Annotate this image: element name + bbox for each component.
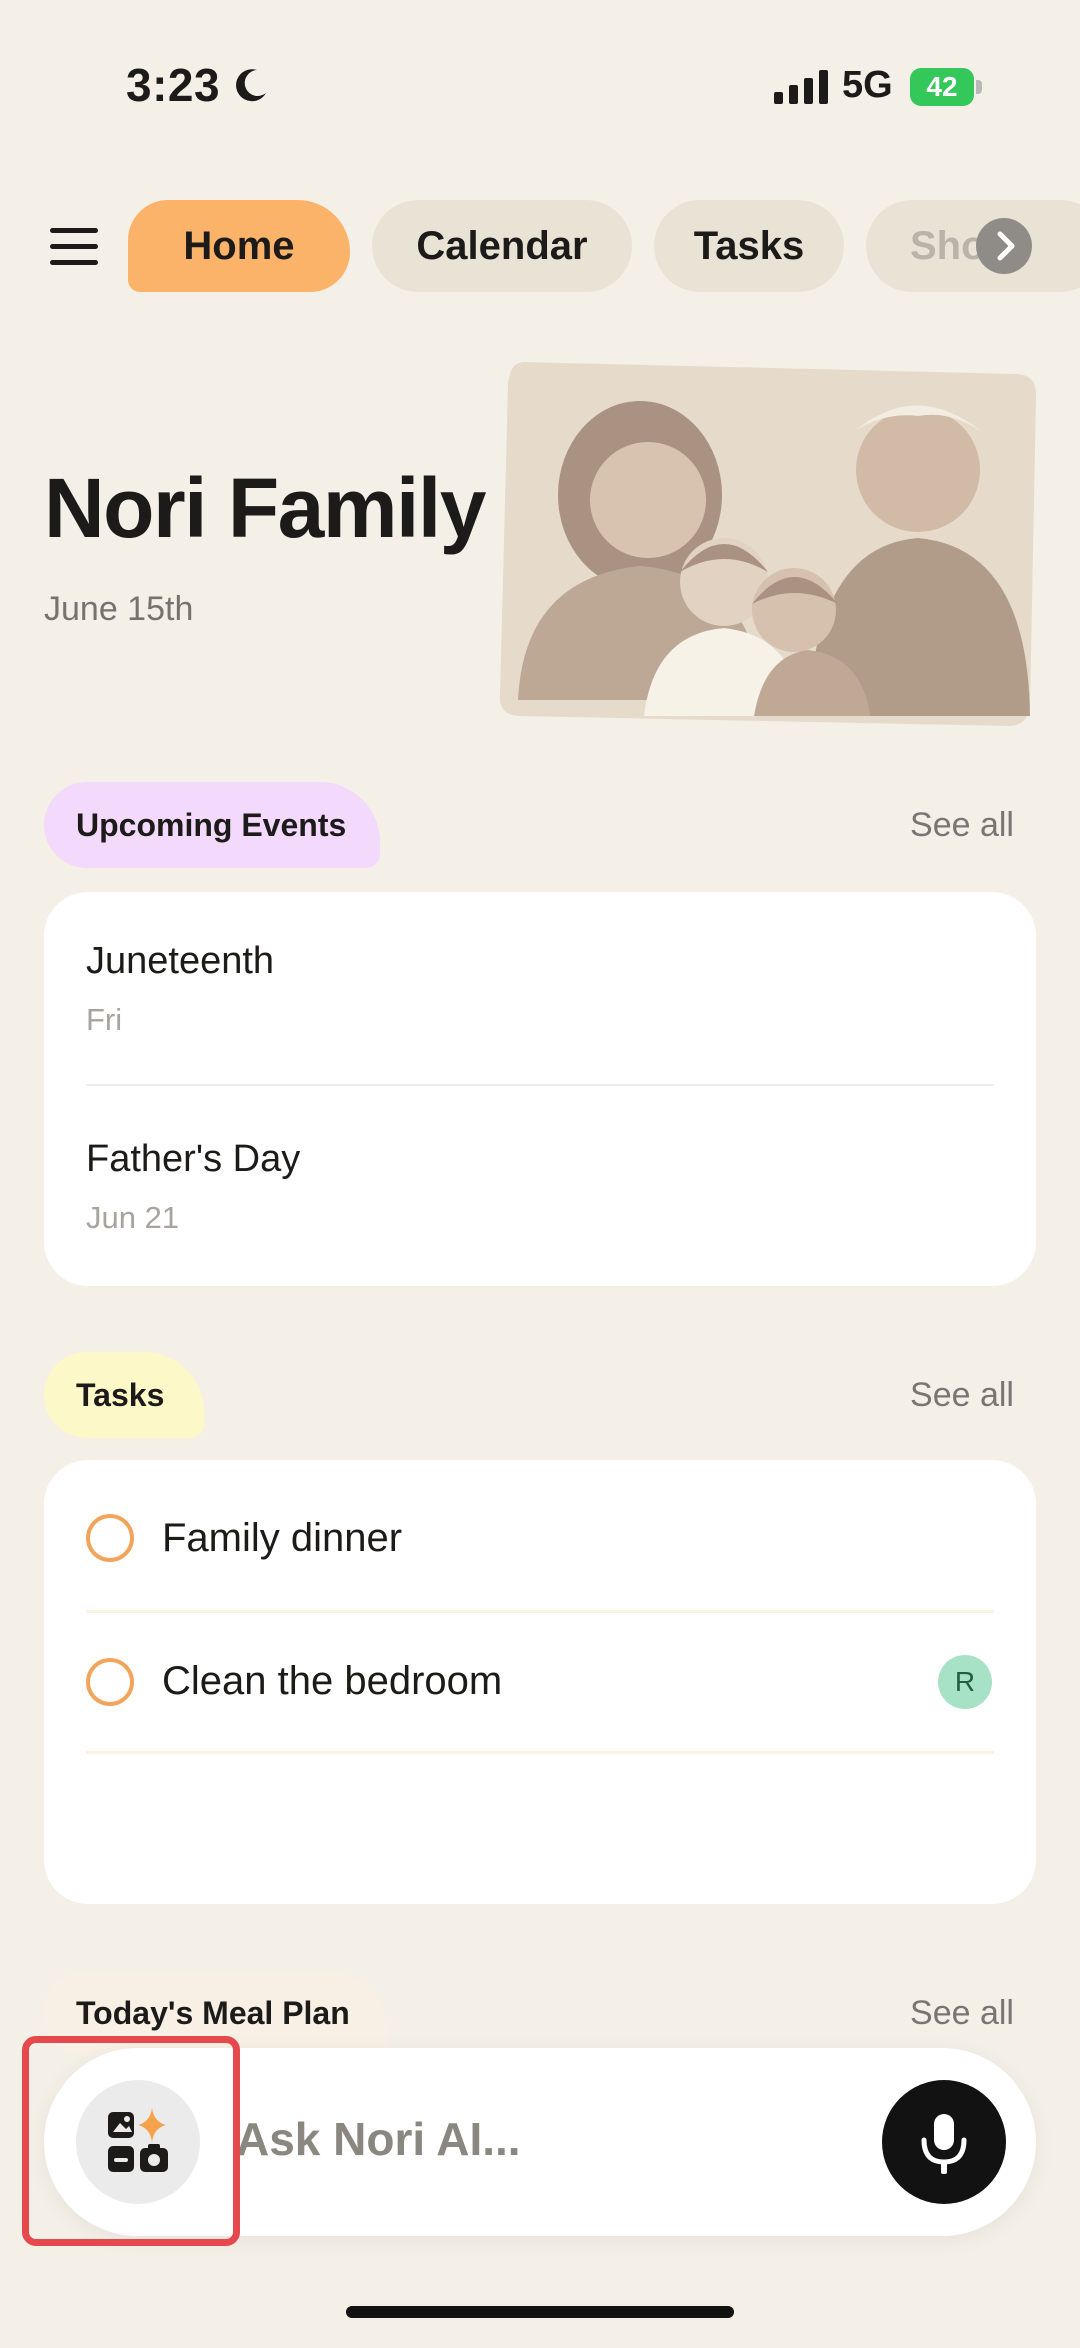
upcoming-events-card: Juneteenth Fri Father's Day Jun 21 [44,892,1036,1286]
assignee-avatar: R [938,1655,992,1709]
battery-level: 42 [926,71,958,102]
tab-shopping[interactable]: Sho [866,200,1080,292]
network-type: 5G [842,64,893,106]
chevron-right-glyph [997,231,1015,261]
section-label-tasks: Tasks [44,1352,204,1438]
moon-icon [236,69,266,102]
battery-cap [976,80,982,94]
see-all-meals-link[interactable]: See all [910,1994,1014,2033]
home-indicator [346,2306,734,2318]
chevron-right-icon[interactable] [976,218,1032,274]
task-item[interactable]: Family dinner [44,1460,1036,1610]
event-title: Juneteenth [86,940,275,982]
see-all-events-link[interactable]: See all [910,806,1014,845]
tab-tasks[interactable]: Tasks [654,200,844,292]
event-item[interactable]: Father's Day Jun 21 [44,1086,1036,1286]
task-title: Family dinner [162,1516,403,1560]
page-date: June 15th [44,590,194,628]
highlight-box [22,2036,240,2246]
event-title: Father's Day [86,1138,301,1180]
status-time: 3:23 [126,59,221,111]
event-item[interactable]: Juneteenth Fri [44,892,1036,1084]
section-label-upcoming-events: Upcoming Events [44,782,380,868]
menu-line [50,244,98,249]
microphone-icon[interactable] [882,2080,1006,2204]
task-checkbox[interactable] [86,1514,134,1562]
signal-icon [774,70,828,104]
see-all-tasks-link[interactable]: See all [910,1376,1014,1415]
divider [86,1751,994,1754]
tasks-card: Family dinner Clean the bedroom R [44,1460,1036,1904]
hamburger-menu-icon[interactable] [50,228,98,268]
task-item[interactable]: Clean the bedroom R [44,1613,1036,1751]
event-date: Fri [86,1002,123,1037]
ask-ai-input[interactable]: Ask Nori AI... [236,2112,521,2166]
menu-line [50,228,98,233]
tab-calendar[interactable]: Calendar [372,200,632,292]
page-title: Nori Family [44,461,486,555]
battery-charging-icon: 42 [910,68,984,108]
microphone-glyph [921,2114,967,2174]
tab-home[interactable]: Home [128,200,350,292]
menu-line [50,260,98,265]
task-checkbox[interactable] [86,1658,134,1706]
event-date: Jun 21 [86,1200,180,1235]
app-screen: 3:23 5G 42 Home Calendar Tasks Sho Nori … [0,0,1080,2348]
task-title: Clean the bedroom [162,1659,503,1703]
family-illustration [499,362,1037,726]
